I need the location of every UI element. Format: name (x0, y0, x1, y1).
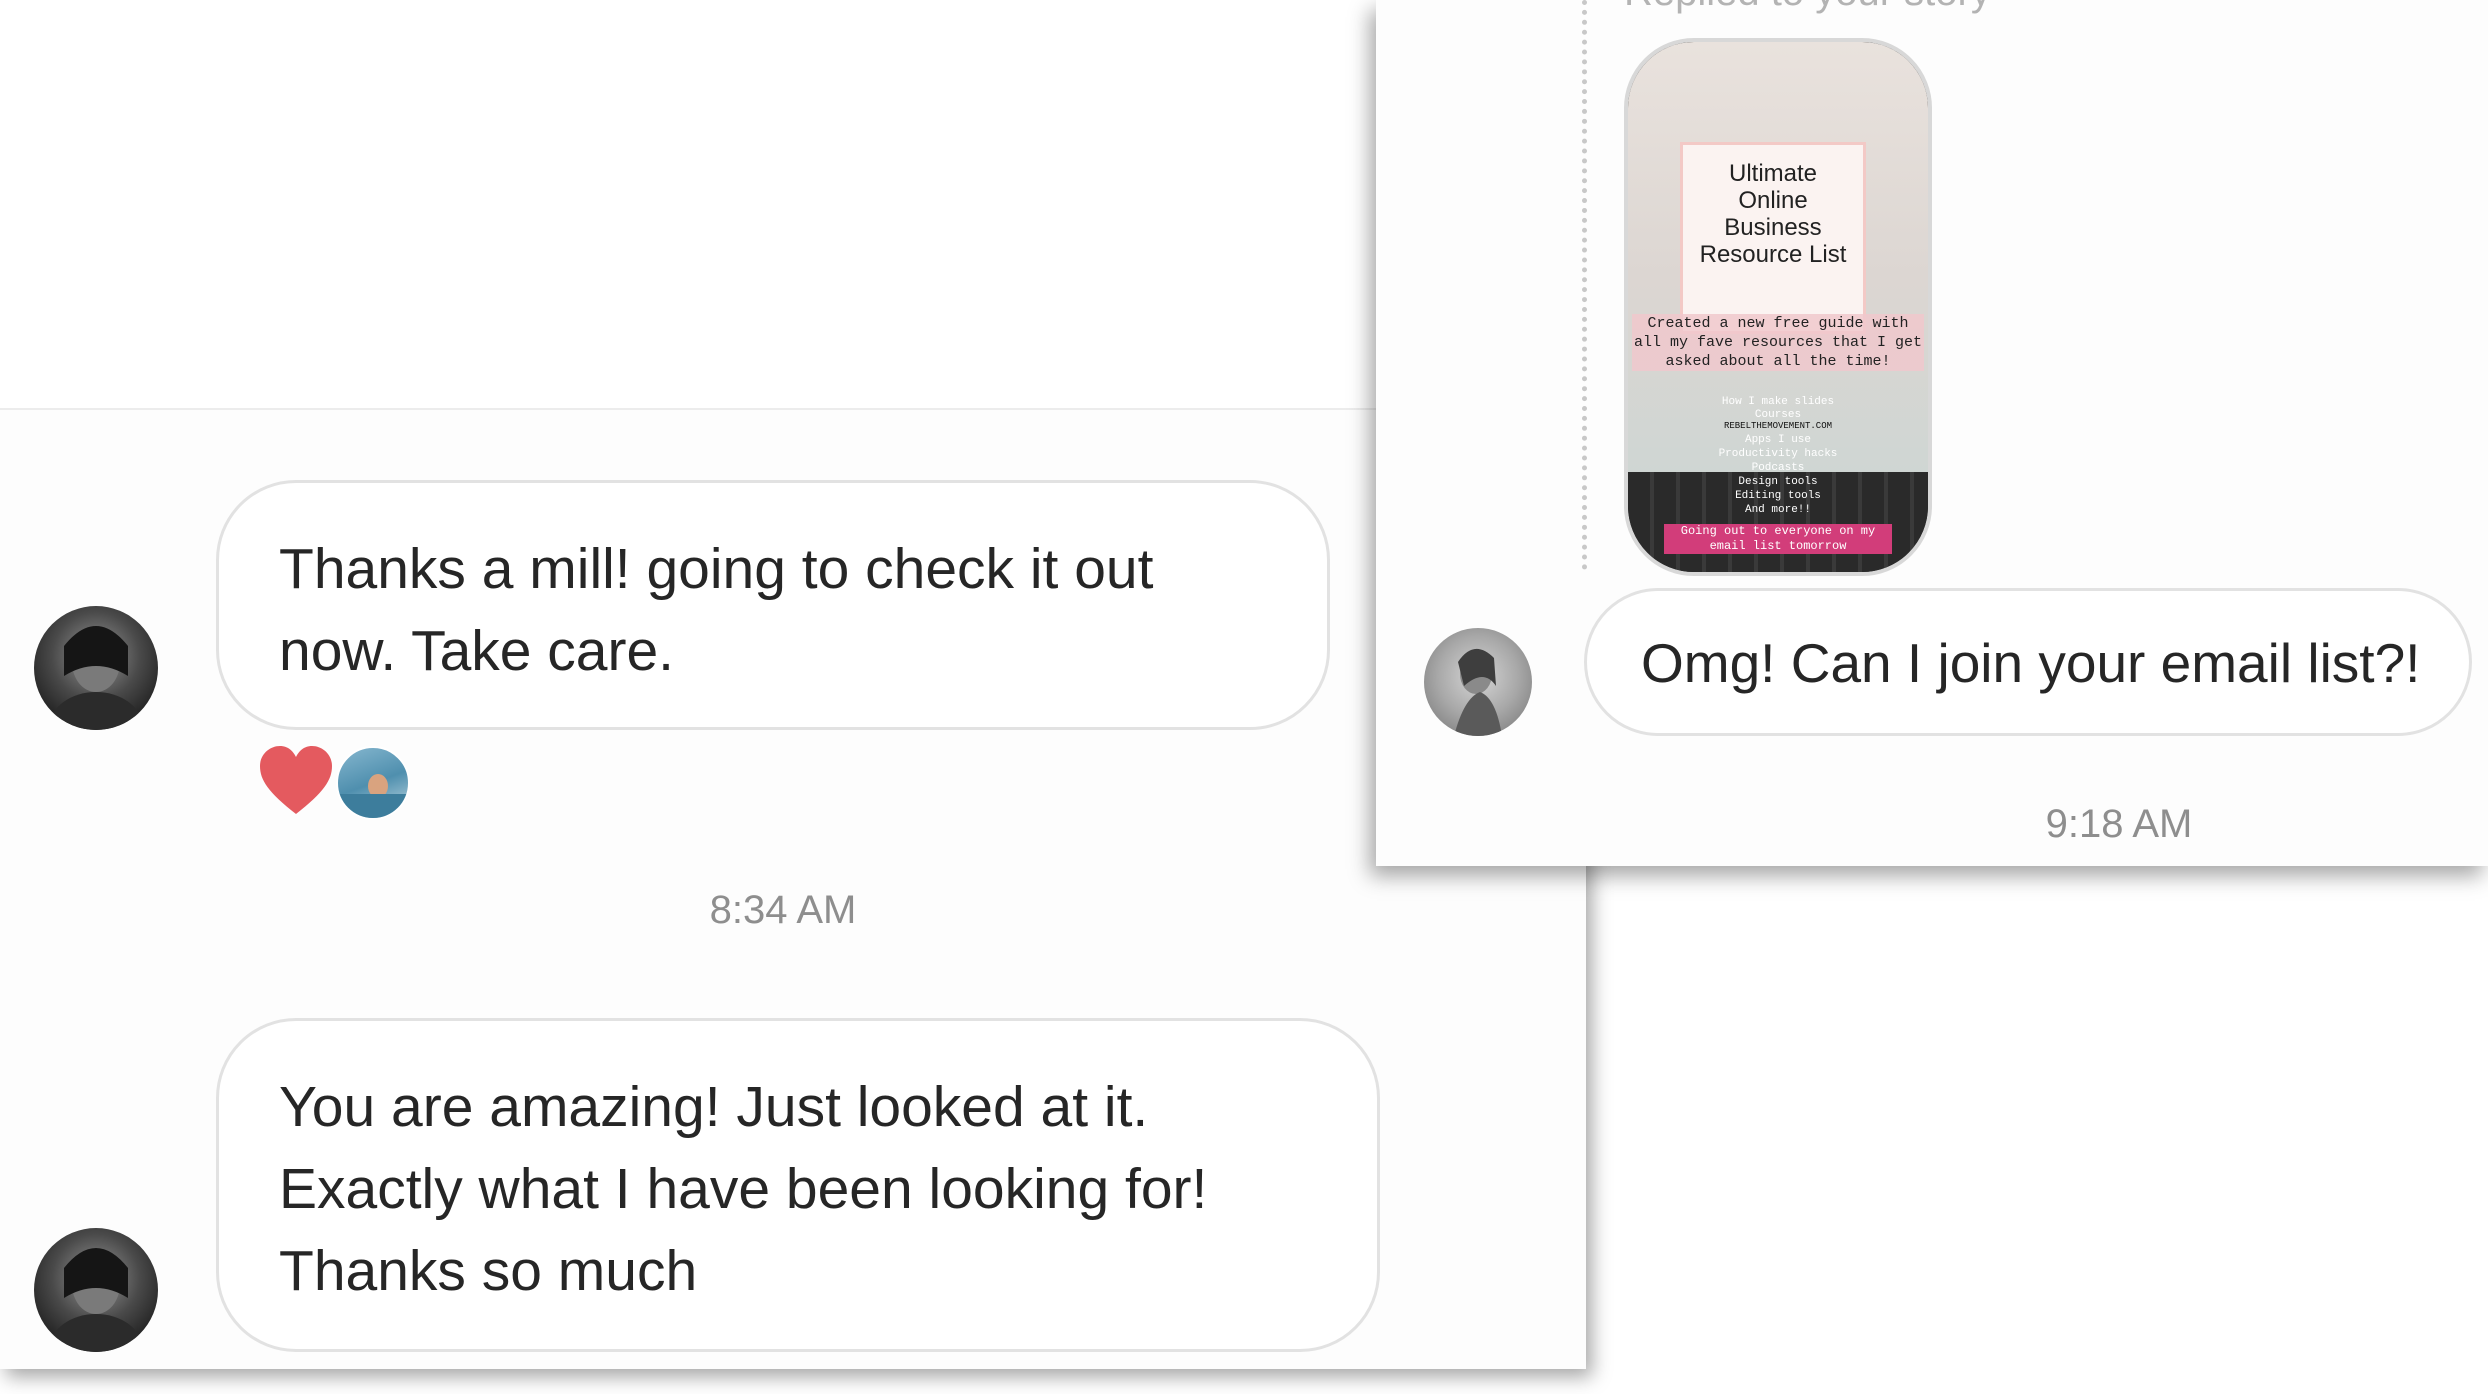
story-reply-divider (1582, 0, 1587, 570)
sender-avatar[interactable] (34, 1228, 158, 1352)
story-item: Podcasts (1751, 462, 1805, 474)
story-footer: Going out to everyone on my email list t… (1664, 524, 1892, 554)
left-empty-area (0, 0, 1586, 410)
message-bubble-email-list[interactable]: Omg! Can I join your email list?! (1584, 588, 2472, 736)
message-bubble-amazing[interactable]: You are amazing! Just looked at it. Exac… (216, 1018, 1380, 1352)
story-thumbnail[interactable]: Ultimate Online Business Resource List C… (1624, 38, 1932, 576)
message-text: You are amazing! Just looked at it. Exac… (279, 1075, 1208, 1303)
story-item: Design tools (1738, 476, 1818, 488)
story-reply-label: Replied to your story (1624, 0, 1991, 15)
left-conversation-screenshot: Thanks a mill! going to check it out now… (0, 0, 1586, 1369)
sender-avatar[interactable] (34, 606, 158, 730)
story-item: Apps I use (1744, 434, 1811, 446)
message-bubble-thanks[interactable]: Thanks a mill! going to check it out now… (216, 480, 1330, 730)
heart-reaction-icon[interactable] (258, 746, 334, 816)
story-brand: REBELTHEMOVEMENT.COM (1723, 421, 1833, 431)
story-subtitle: Created a new free guide with all my fav… (1632, 314, 1924, 371)
story-item: Editing tools (1735, 490, 1821, 502)
story-title: Ultimate Online Business Resource List (1699, 160, 1847, 268)
story-item: Courses (1754, 409, 1802, 421)
timestamp-left: 8:34 AM (709, 888, 857, 932)
message-text: Thanks a mill! going to check it out now… (279, 537, 1154, 683)
story-item: How I make slides (1721, 396, 1835, 408)
timestamp-right: 9:18 AM (2045, 802, 2193, 846)
message-text: Omg! Can I join your email list?! (1641, 632, 2421, 694)
story-item: And more!! (1744, 504, 1811, 516)
right-conversation-screenshot: Replied to your story Ultimate Online Bu… (1376, 0, 2488, 866)
reactor-avatar[interactable] (336, 746, 410, 820)
sender-avatar[interactable] (1424, 628, 1532, 736)
story-item: Productivity hacks (1718, 448, 1838, 460)
